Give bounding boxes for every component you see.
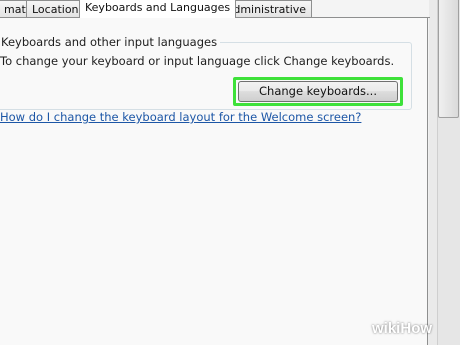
dialog-body: mats Location Keyboards and Languages Ad… — [0, 0, 460, 345]
window-border — [429, 0, 437, 345]
change-keyboards-button[interactable]: Change keyboards... — [238, 81, 398, 102]
watermark-how: How — [400, 320, 433, 337]
wikihow-watermark: wikiHow — [372, 320, 432, 337]
watermark-wiki: wiki — [372, 320, 401, 337]
scrollbar-thumb[interactable] — [438, 0, 459, 118]
tab-location[interactable]: Location — [26, 0, 85, 17]
welcome-screen-help-link[interactable]: How do I change the keyboard layout for … — [0, 110, 361, 124]
tab-keyboards-and-languages[interactable]: Keyboards and Languages — [79, 0, 237, 18]
group-box-title: Keyboards and other input languages — [0, 35, 221, 49]
group-description: To change your keyboard or input languag… — [0, 54, 395, 68]
